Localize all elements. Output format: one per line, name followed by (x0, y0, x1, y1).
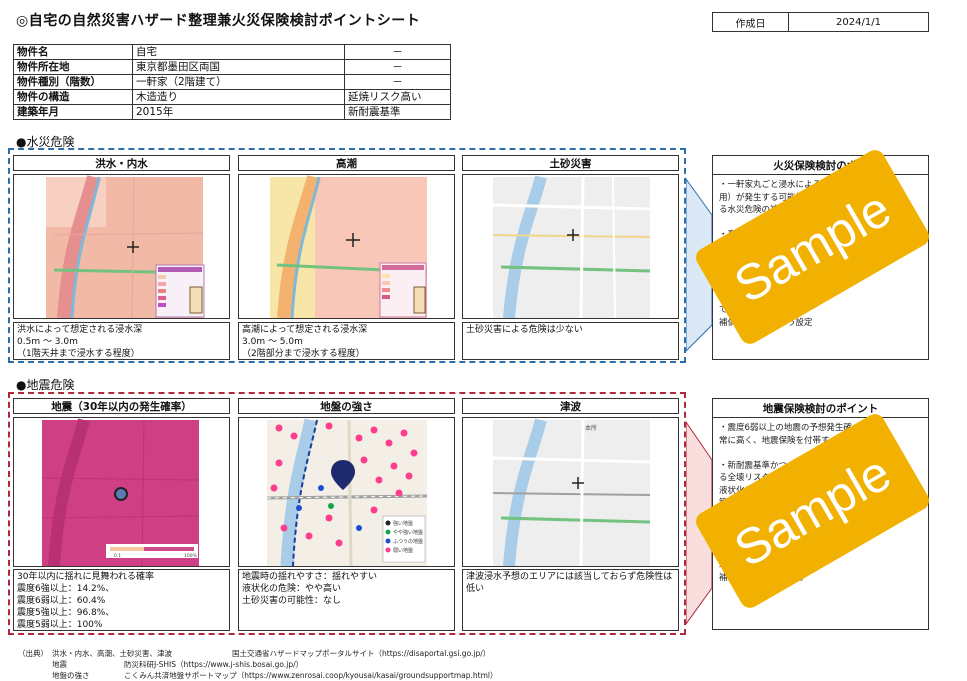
surge-map-image (270, 175, 428, 318)
ground-map-image: 強い地盤 やや強い地盤 ふつうの地盤 弱い地盤 (266, 418, 428, 566)
ground-map: 強い地盤 やや強い地盤 ふつうの地盤 弱い地盤 (238, 417, 455, 567)
quake-probability-description: 30年以内に揺れに見舞われる確率 震度6強以上：14.2%、 震度6弱以上：60… (13, 569, 230, 631)
date-value: 2024/1/1 (836, 16, 881, 28)
table-row: 物件の構造 木造造り 延焼リスク高い (13, 89, 451, 105)
tsunami-description: 津波浸水予想のエリアには該当しておらず危険性は 低い (462, 569, 679, 631)
ground-legend-normal: ふつうの地盤 (393, 538, 423, 545)
row-label: 建築年月 (13, 104, 133, 120)
tsunami-map-image: 本所 (492, 418, 651, 566)
landslide-map-image (492, 175, 651, 318)
row-label: 物件所在地 (13, 59, 133, 75)
surge-map (238, 174, 455, 319)
scale-max-label: 100% (184, 553, 198, 559)
fire-insurance-points-title: 火災保険検討のポイ (713, 156, 928, 175)
quake-probability-map: 0.1 100% (13, 417, 230, 567)
row-note: － (344, 74, 451, 90)
source-text: こくみん共済地盤サポートマップ（https://www.zenrosai.coo… (124, 671, 498, 680)
ground-description: 地震時の揺れやすさ：揺れやすい 液状化の危険：やや高い 土砂災害の可能性：なし (238, 569, 455, 631)
flood-map-image (46, 175, 205, 318)
row-label: 物件種別（階数） (13, 74, 133, 90)
source-item: 地震 (52, 660, 67, 669)
row-note: 新耐震基準 (344, 104, 451, 120)
ground-panel-title: 地盤の強さ (238, 398, 455, 414)
landslide-panel-title: 土砂災害 (462, 155, 679, 171)
tsunami-station-label: 本所 (585, 424, 597, 432)
row-label: 物件の構造 (13, 89, 133, 105)
landslide-map (462, 174, 679, 319)
ground-legend-some: やや強い地盤 (393, 529, 423, 536)
date-label: 作成日 (713, 13, 789, 31)
landslide-description: 土砂災害による危険は少ない (462, 322, 679, 360)
source-text: 国土交通省ハザードマップポータルサイト（https://disaportal.g… (232, 649, 491, 658)
row-value: 2015年 (132, 104, 345, 120)
quake-probability-panel-title: 地震（30年以内の発生確率） (13, 398, 230, 414)
table-row: 物件所在地 東京都墨田区両国－ (13, 59, 451, 75)
source-prefix: （出典） (18, 649, 48, 658)
ground-legend-weak: 弱い地盤 (393, 547, 413, 554)
property-table: 物件名 自宅－ 物件所在地 東京都墨田区両国－ 物件種別（階数） 一軒家（2階建て）－… (13, 44, 451, 120)
row-note: － (344, 59, 451, 75)
source-text: 防災科研J-SHIS（https://www.j-shis.bosai.go.j… (124, 660, 304, 669)
flood-map (13, 174, 230, 319)
row-value: 自宅 (132, 44, 345, 60)
quake-probability-map-image: 0.1 100% (41, 418, 200, 566)
row-note: － (344, 44, 451, 60)
tsunami-panel-title: 津波 (462, 398, 679, 414)
row-value: 一軒家（2階建て） (132, 74, 345, 90)
flood-panel-title: 洪水・内水 (13, 155, 230, 171)
scale-min-label: 0.1 (114, 553, 121, 559)
row-value: 東京都墨田区両国 (132, 59, 345, 75)
row-label: 物件名 (13, 44, 133, 60)
row-value: 木造造り (132, 89, 345, 105)
flood-description: 洪水によって想定される浸水深 0.5m ～ 3.0m （1階天井まで浸水する程度… (13, 322, 230, 360)
source-item: 地盤の強さ (52, 671, 90, 680)
quake-insurance-points-title: 地震保険検討のポイント (713, 399, 928, 418)
date-box: 作成日 2024/1/1 (712, 12, 929, 32)
page-title: ◎自宅の自然災害ハザード整理兼火災保険検討ポイントシート (16, 13, 421, 29)
surge-description: 高潮によって想定される浸水深 3.0m ～ 5.0m （2階部分まで浸水する程度… (238, 322, 455, 360)
source-item: 洪水・内水、高潮、土砂災害、津波 (52, 649, 172, 658)
table-row: 建築年月 2015年 新耐震基準 (13, 104, 451, 120)
table-row: 物件種別（階数） 一軒家（2階建て）－ (13, 74, 451, 90)
quake-section-heading: ●地震危険 (16, 378, 75, 392)
surge-panel-title: 高潮 (238, 155, 455, 171)
ground-legend-strong: 強い地盤 (393, 520, 413, 527)
tsunami-map: 本所 (462, 417, 679, 567)
row-note: 延焼リスク高い (344, 89, 451, 105)
table-row: 物件名 自宅－ (13, 44, 451, 60)
